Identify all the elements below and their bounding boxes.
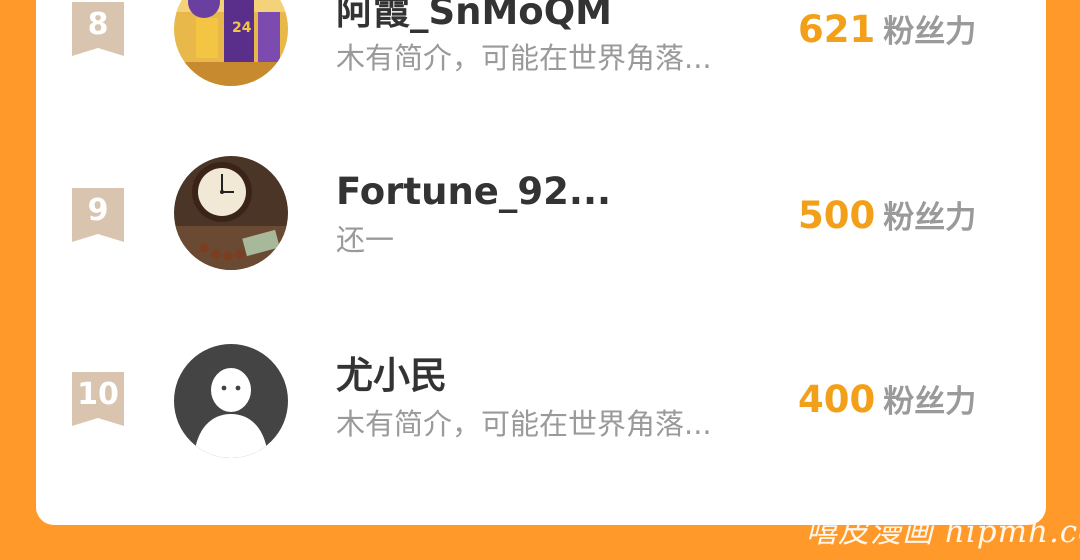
rank-badge: 8 (72, 2, 124, 56)
ranking-row[interactable]: 9 Fortune_92... 还一 500 粉丝力 (36, 150, 1046, 290)
score-unit: 粉丝力 (883, 200, 977, 236)
score-unit: 粉丝力 (883, 14, 977, 50)
rank-badge: 9 (72, 188, 124, 242)
user-name[interactable]: Fortune_92... (336, 170, 611, 214)
user-bio: 还一 (336, 223, 395, 257)
rank-number: 10 (77, 377, 119, 412)
score-value: 400 (798, 378, 876, 421)
avatar[interactable] (174, 156, 288, 270)
score-unit: 粉丝力 (883, 384, 977, 420)
user-name[interactable]: 尤小民 (336, 354, 447, 398)
ranking-card: 8 24 阿霞_SnMoQM 木有简介，可能在世界角落... 621 粉丝力 9… (36, 0, 1046, 525)
default-user-avatar-icon (174, 344, 288, 458)
score-value: 621 (798, 8, 876, 51)
user-bio: 木有简介，可能在世界角落... (336, 41, 712, 75)
ranking-row[interactable]: 8 24 阿霞_SnMoQM 木有简介，可能在世界角落... 621 粉丝力 (36, 0, 1046, 100)
fan-power-score: 400 粉丝力 (798, 378, 976, 429)
svg-text:24: 24 (232, 20, 252, 36)
rank-number: 8 (87, 7, 109, 42)
fan-power-score: 500 粉丝力 (798, 194, 976, 245)
avatar[interactable]: 24 (174, 0, 288, 86)
basketball-poster-avatar-icon: 24 (174, 0, 288, 86)
user-name[interactable]: 阿霞_SnMoQM (336, 0, 612, 34)
rank-badge: 10 (72, 372, 124, 426)
avatar[interactable] (174, 344, 288, 458)
fan-power-score: 621 粉丝力 (798, 8, 976, 59)
rank-number: 9 (87, 193, 109, 228)
ranking-row[interactable]: 10 尤小民 木有简介，可能在世界角落... 400 粉丝力 (36, 336, 1046, 476)
score-value: 500 (798, 194, 876, 237)
vintage-clock-avatar-icon (174, 156, 288, 270)
site-watermark: 嘻皮漫画 hipmh.com (806, 514, 1080, 550)
user-bio: 木有简介，可能在世界角落... (336, 407, 712, 441)
